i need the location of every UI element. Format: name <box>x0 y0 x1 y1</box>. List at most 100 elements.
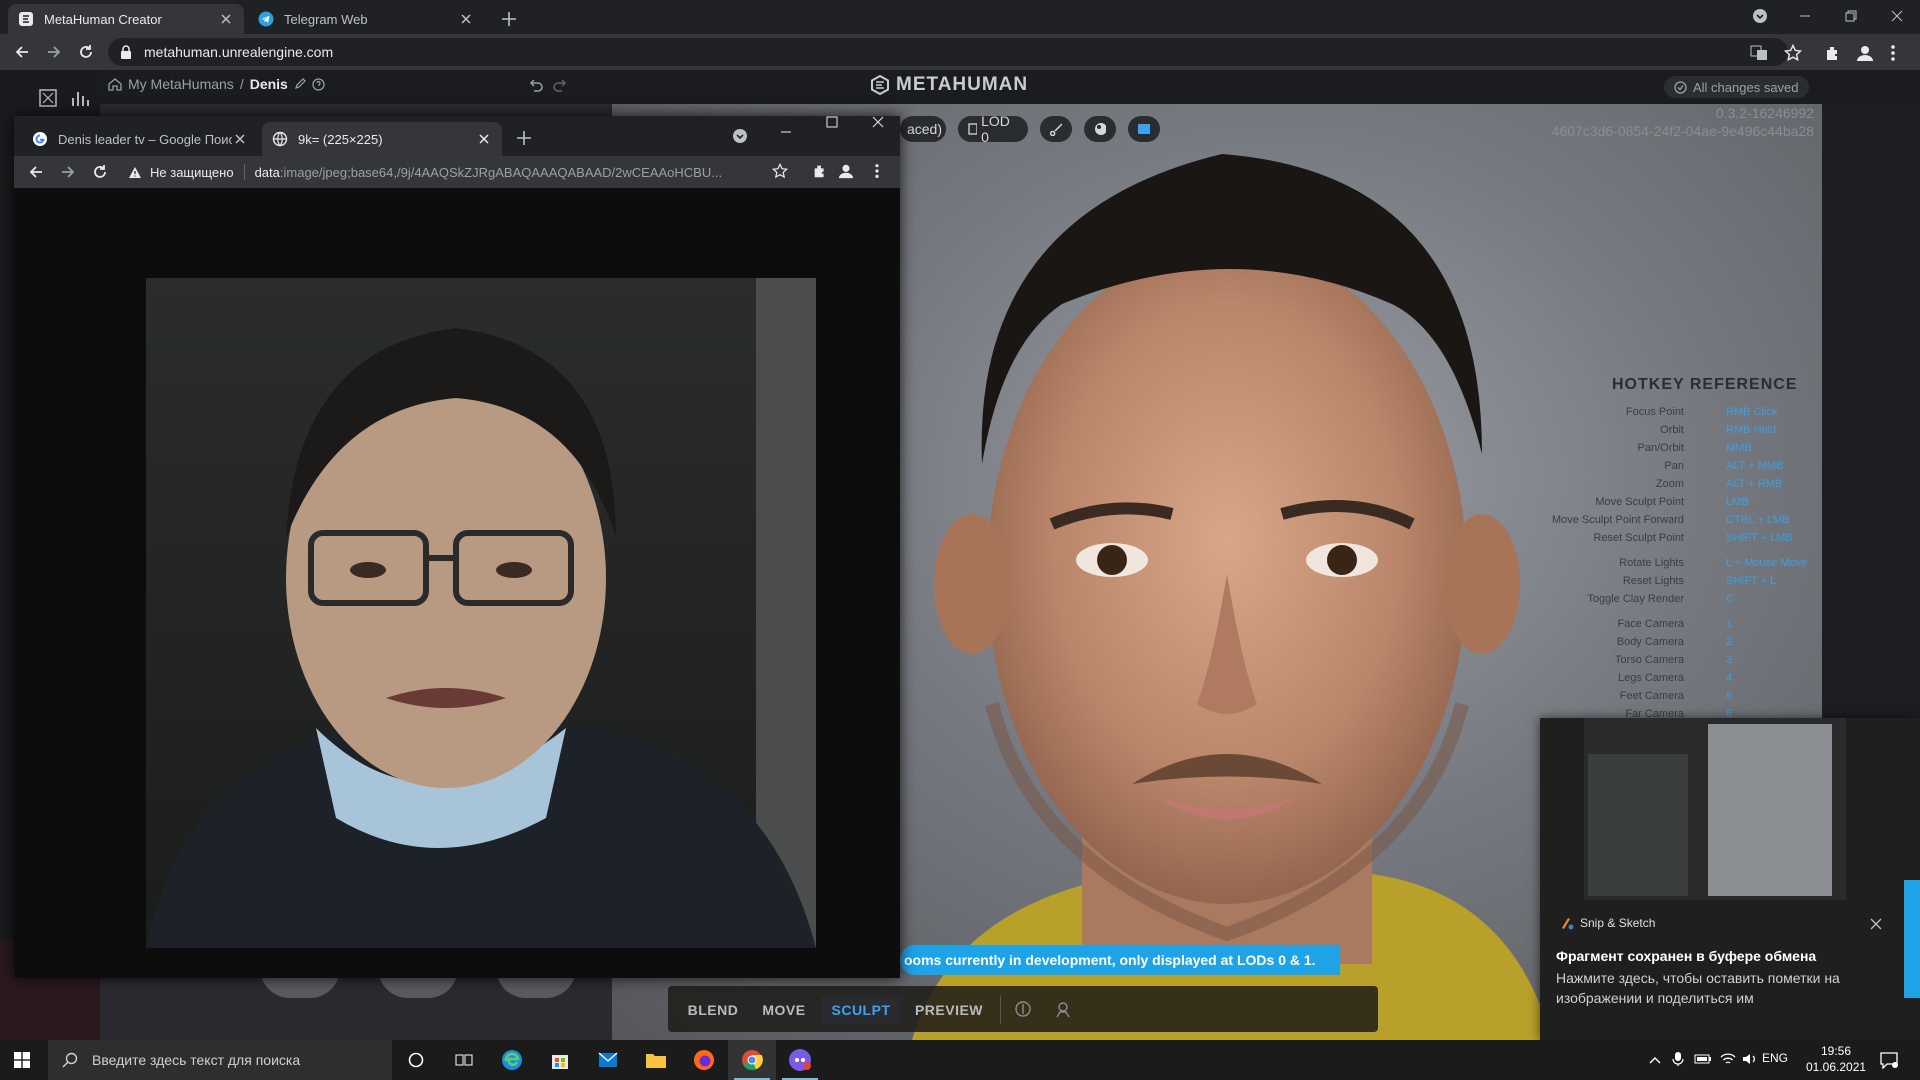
profile-icon[interactable] <box>1856 44 1874 62</box>
lod-icon <box>968 123 978 135</box>
mode-tab-move[interactable]: MOVE <box>752 996 816 1024</box>
hotkey-key: L + Mouse Move <box>1726 557 1808 569</box>
check-circle-icon <box>1674 80 1687 94</box>
taskbar-search[interactable]: Введите здесь текст для поиска <box>48 1040 392 1080</box>
hotkey-label: Torso Camera <box>1614 654 1684 666</box>
cortana-button[interactable] <box>392 1040 440 1080</box>
symmetry-icon[interactable] <box>1014 1000 1032 1018</box>
hotkey-row: Body Camera 2 <box>1560 636 1820 653</box>
minimize-icon[interactable] <box>780 126 792 138</box>
tab-google-search[interactable]: Denis leader tv – Google Поиск <box>22 122 258 156</box>
close-icon[interactable] <box>872 116 884 128</box>
edge-app[interactable] <box>488 1040 536 1080</box>
redo-icon[interactable] <box>552 78 568 94</box>
store-app[interactable] <box>536 1040 584 1080</box>
chrome-app[interactable] <box>728 1040 776 1080</box>
omnibox-separator <box>243 164 245 180</box>
windows-start-icon[interactable] <box>14 1052 30 1068</box>
close-icon[interactable] <box>232 131 248 147</box>
arrow-right-icon[interactable] <box>60 164 76 180</box>
wifi-icon[interactable] <box>1720 1052 1736 1066</box>
mode-divider <box>1000 996 1001 1024</box>
translate-icon[interactable] <box>1750 44 1768 62</box>
mode-tab-preview[interactable]: PREVIEW <box>906 996 992 1024</box>
address-bar[interactable]: metahuman.unrealengine.com <box>108 38 1788 66</box>
menu-icon[interactable] <box>874 163 880 179</box>
extensions-icon[interactable] <box>1824 44 1842 62</box>
new-tab-icon[interactable] <box>498 8 520 30</box>
lod-button[interactable]: LOD 0 <box>958 113 1028 145</box>
fullscreen-icon[interactable] <box>38 88 58 108</box>
search-icon <box>62 1052 78 1068</box>
camera-view-button[interactable] <box>1128 116 1160 142</box>
volume-icon[interactable] <box>1742 1052 1758 1066</box>
taskbar-clock[interactable]: 19:56 01.06.2021 <box>1806 1043 1866 1075</box>
feedback-tab[interactable] <box>1904 880 1920 998</box>
chevron-up-icon[interactable] <box>1648 1053 1662 1067</box>
mode-tab-sculpt[interactable]: SCULPT <box>822 996 900 1024</box>
hotkey-key: LMB <box>1726 496 1749 508</box>
tab-telegram-web[interactable]: Telegram Web <box>248 4 484 34</box>
mode-tab-blend[interactable]: BLEND <box>680 996 746 1024</box>
close-window-button[interactable] <box>1874 0 1920 32</box>
maximize-icon[interactable] <box>826 116 838 128</box>
url-text: metahuman.unrealengine.com <box>144 44 334 60</box>
snip-thumbnail[interactable] <box>1584 718 1846 900</box>
task-view-button[interactable] <box>440 1040 488 1080</box>
tab-image-data[interactable]: 9k= (225×225) <box>262 122 502 156</box>
close-icon <box>1891 10 1903 22</box>
tab-metahuman-creator[interactable]: MetaHuman Creator <box>8 4 244 34</box>
popup-address-bar[interactable]: Не защищено data:image/jpeg;base64,/9j/4… <box>128 160 762 184</box>
star-icon[interactable] <box>1784 44 1802 62</box>
sculpt-head-icon[interactable] <box>1054 1000 1072 1018</box>
store-icon <box>552 1055 568 1069</box>
popup-tabbar: Denis leader tv – Google Поиск 9k= (225×… <box>14 116 900 156</box>
hotkey-row: Face Camera 1 <box>1560 618 1820 635</box>
help-icon[interactable] <box>312 77 325 91</box>
reload-button[interactable] <box>74 40 98 64</box>
arrow-left-icon[interactable] <box>28 164 44 180</box>
close-icon[interactable] <box>1870 918 1882 930</box>
restore-button[interactable] <box>1828 0 1874 32</box>
forward-button[interactable] <box>42 40 66 64</box>
hotkey-row: Reset Sculpt Point SHIFT + LMB <box>1560 532 1820 549</box>
tab-search-icon[interactable] <box>732 128 748 144</box>
lighting-button[interactable] <box>1084 116 1116 142</box>
stats-icon[interactable] <box>70 88 90 108</box>
mail-app[interactable] <box>584 1040 632 1080</box>
minimize-button[interactable] <box>1782 0 1828 32</box>
extensions-icon[interactable] <box>812 163 828 179</box>
menu-icon[interactable] <box>1890 44 1896 62</box>
file-explorer-app[interactable] <box>632 1040 680 1080</box>
url-rest: :image/jpeg;base64,/9j/4AAQSkZJRgABAQAAA… <box>279 164 723 180</box>
lod-label: LOD 0 <box>981 113 1010 145</box>
microphone-icon[interactable] <box>1672 1051 1684 1067</box>
undo-icon[interactable] <box>528 78 544 94</box>
profile-icon[interactable] <box>838 163 854 179</box>
battery-icon[interactable] <box>1694 1054 1712 1064</box>
hotkey-row: Torso Camera 3 <box>1560 654 1820 671</box>
tab-search-icon[interactable] <box>1752 8 1768 24</box>
firefox-app[interactable] <box>680 1040 728 1080</box>
close-icon[interactable] <box>476 131 492 147</box>
close-icon[interactable] <box>458 11 474 27</box>
discord-icon <box>789 1049 811 1071</box>
language-indicator[interactable]: ENG <box>1762 1051 1788 1065</box>
back-button[interactable] <box>10 40 34 64</box>
breadcrumb-root[interactable]: My MetaHumans <box>128 76 234 92</box>
home-icon[interactable] <box>108 77 122 91</box>
discord-app[interactable] <box>776 1040 824 1080</box>
url-scheme: data <box>254 164 280 180</box>
reload-icon[interactable] <box>92 164 108 180</box>
brush-button[interactable] <box>1040 116 1072 142</box>
arrow-right-icon <box>48 46 61 58</box>
notification-center-icon[interactable] <box>1880 1051 1898 1069</box>
star-icon[interactable] <box>772 163 788 179</box>
thumbnail-render <box>1708 724 1832 896</box>
security-label[interactable]: Не защищено <box>150 165 234 180</box>
new-tab-icon[interactable] <box>514 128 534 148</box>
hotkey-row: Focus Point RMB Click <box>1560 406 1820 423</box>
render-quality-button[interactable]: aced) <box>900 116 946 142</box>
close-icon[interactable] <box>218 11 234 27</box>
edit-icon[interactable] <box>294 78 306 90</box>
